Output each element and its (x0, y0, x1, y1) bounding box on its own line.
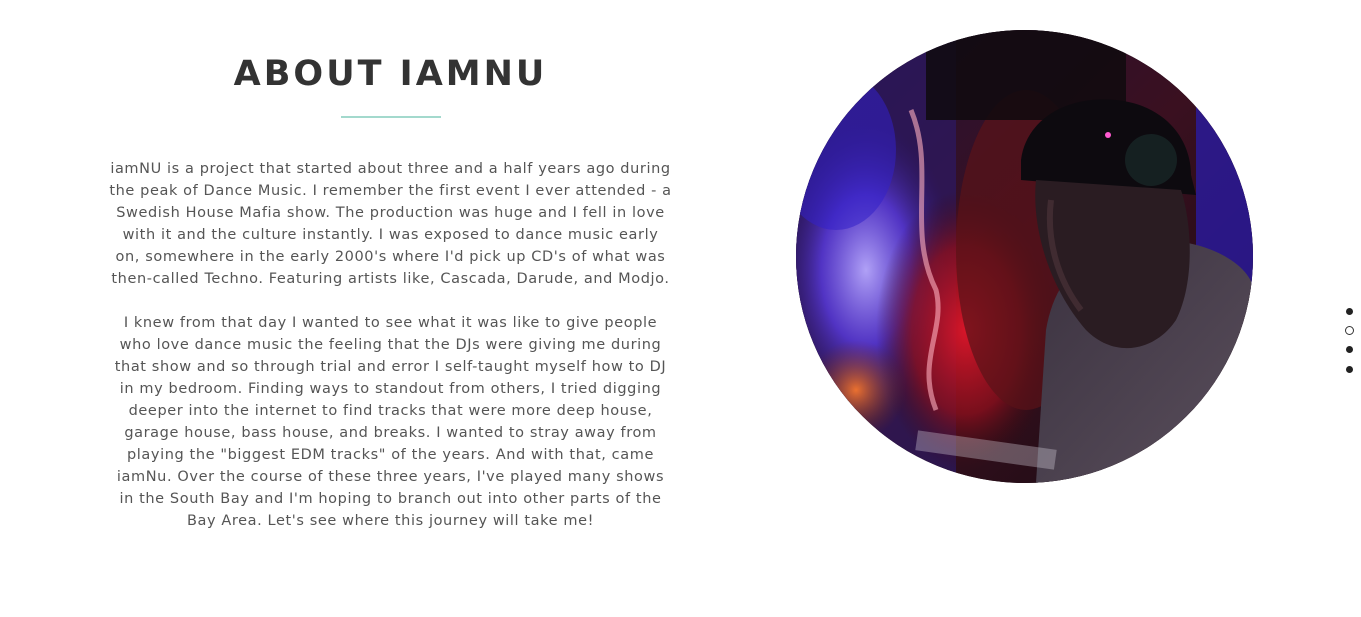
dot-nav-item-4[interactable] (1345, 366, 1353, 373)
about-paragraph-1: iamNU is a project that started about th… (109, 161, 672, 287)
dot-nav-item-2-active[interactable] (1344, 326, 1354, 335)
about-section: ABOUT IAMNU iamNU is a project that star… (0, 0, 1361, 617)
about-text-column: ABOUT IAMNU iamNU is a project that star… (108, 50, 673, 532)
about-paragraph-2: I knew from that day I wanted to see wha… (114, 315, 667, 529)
title-divider (340, 116, 441, 118)
dot-nav-item-3[interactable] (1345, 346, 1353, 353)
section-dot-navigation (1339, 308, 1359, 386)
dot-nav-item-1[interactable] (1345, 308, 1353, 315)
page-title: ABOUT IAMNU (233, 54, 548, 94)
dj-portrait-photo (796, 30, 1253, 483)
